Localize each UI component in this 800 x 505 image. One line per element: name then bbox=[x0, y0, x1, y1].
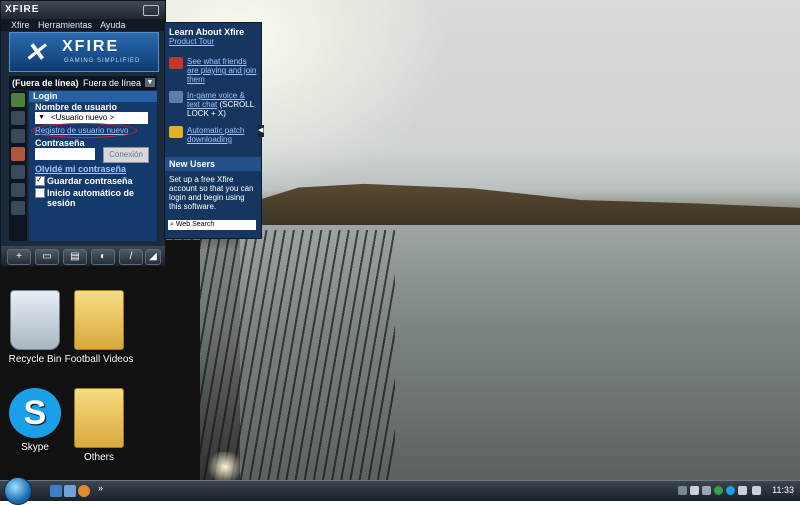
save-password-label: Guardar contraseña bbox=[47, 176, 133, 186]
tip-link[interactable]: Automatic patch downloading bbox=[187, 126, 244, 144]
list-icon[interactable]: ▤ bbox=[63, 249, 87, 265]
tray-arrow-icon[interactable] bbox=[678, 486, 687, 495]
info-panel: Learn About Xfire Product Tour See what … bbox=[164, 22, 262, 239]
network-icon[interactable] bbox=[702, 486, 711, 495]
desktop-icon-recycle-bin[interactable]: Recycle Bin bbox=[0, 290, 70, 365]
edit-icon[interactable]: / bbox=[119, 249, 143, 265]
menu-ayuda[interactable]: Ayuda bbox=[100, 20, 125, 30]
folder-icon bbox=[74, 388, 124, 448]
clock[interactable]: 11:33 bbox=[772, 485, 794, 495]
annotation-circle bbox=[31, 123, 137, 138]
status-select[interactable]: Fuera de línea bbox=[83, 76, 141, 90]
sun-reflection bbox=[205, 452, 245, 482]
media-icon[interactable] bbox=[11, 147, 25, 161]
tip-friends: See what friends are playing and join th… bbox=[169, 57, 257, 85]
display-icon[interactable] bbox=[738, 486, 747, 495]
new-users-header: New Users bbox=[165, 157, 261, 171]
desktop-icon-label: Skype bbox=[21, 442, 49, 453]
auto-login-label: Inicio automático de sesión bbox=[47, 188, 135, 208]
star-icon[interactable] bbox=[11, 201, 25, 215]
password-label: Contraseña bbox=[35, 138, 85, 148]
browser-icon[interactable] bbox=[78, 485, 90, 497]
bottom-toolbar: + ▭ ▤ ◐ / ◢ bbox=[1, 246, 165, 266]
sidebar bbox=[9, 91, 27, 241]
info-title: Learn About Xfire bbox=[169, 27, 245, 37]
save-password-checkbox[interactable] bbox=[35, 175, 45, 186]
resize-icon[interactable]: ◢ bbox=[145, 249, 161, 265]
banner-tagline: GAMING SIMPLIFIED bbox=[64, 58, 141, 64]
headset-icon bbox=[169, 91, 183, 103]
folder-icon bbox=[74, 290, 124, 350]
new-users-text: Set up a free Xfire account so that you … bbox=[169, 175, 254, 211]
download-icon bbox=[169, 126, 183, 138]
menu-herramientas[interactable]: Herramientas bbox=[38, 20, 92, 30]
friends-icon bbox=[169, 57, 183, 69]
xfire-titlebar[interactable]: XFIRE bbox=[1, 1, 165, 19]
login-panel: Login Nombre de usuario ▼ <Usuario nuevo… bbox=[29, 91, 157, 241]
recycle-bin-icon bbox=[10, 290, 60, 350]
games-icon[interactable] bbox=[11, 93, 25, 107]
tip-voice-chat: In-game voice & text chat (SCROLL LOCK +… bbox=[169, 91, 257, 121]
start-button[interactable] bbox=[4, 477, 32, 505]
volume-icon[interactable] bbox=[752, 486, 761, 495]
settings-icon[interactable] bbox=[11, 165, 25, 179]
desktop-icon-label: Football Videos bbox=[64, 354, 134, 365]
skype-icon: S bbox=[9, 388, 61, 438]
skype-tray-icon[interactable] bbox=[726, 486, 735, 495]
reeds bbox=[165, 230, 395, 485]
status-label: (Fuera de línea) bbox=[12, 78, 79, 88]
xfire-logo: XFIRE bbox=[5, 4, 40, 15]
taskbar: » 11:33 bbox=[0, 477, 800, 505]
friends-icon[interactable] bbox=[11, 111, 25, 125]
chevron-down-icon: ▼ bbox=[38, 114, 45, 121]
gamepad-icon[interactable]: ◐ bbox=[91, 249, 115, 265]
product-tour-link[interactable]: Product Tour bbox=[169, 37, 214, 46]
search-placeholder: Web Search bbox=[175, 221, 215, 228]
servers-icon[interactable] bbox=[11, 129, 25, 143]
desktop-icon-label: Recycle Bin bbox=[8, 354, 62, 365]
login-header: Login bbox=[29, 91, 157, 102]
connect-button[interactable]: Conexión bbox=[103, 147, 149, 163]
forgot-password-link[interactable]: Olvidé mi contraseña bbox=[35, 164, 126, 174]
video-icon[interactable] bbox=[11, 183, 25, 197]
menu-xfire[interactable]: Xfire bbox=[11, 20, 30, 30]
auto-login-checkbox[interactable] bbox=[35, 188, 45, 198]
xfire-window: XFIRE Xfire Herramientas Ayuda ✕ XFIRE G… bbox=[0, 0, 166, 267]
status-bar: (Fuera de línea) Fuera de línea ▼ bbox=[9, 76, 157, 90]
web-search-input[interactable]: ⌕ Web Search bbox=[168, 220, 256, 230]
minimize-button[interactable] bbox=[143, 5, 159, 16]
show-desktop-icon[interactable] bbox=[50, 485, 62, 497]
add-icon[interactable]: + bbox=[7, 249, 31, 265]
chat-icon[interactable]: ▭ bbox=[35, 249, 59, 265]
xfire-banner: ✕ XFIRE GAMING SIMPLIFIED bbox=[9, 32, 159, 72]
banner-brand: XFIRE bbox=[62, 38, 120, 55]
desktop-icon-football-videos[interactable]: Football Videos bbox=[64, 290, 134, 365]
chevron-right-icon[interactable]: » bbox=[98, 483, 103, 493]
tip-patch: Automatic patch downloading bbox=[169, 126, 257, 150]
menu-bar: Xfire Herramientas Ayuda bbox=[1, 19, 165, 31]
collapse-panel-icon[interactable]: ◀ bbox=[258, 125, 264, 137]
messenger-icon[interactable] bbox=[714, 486, 723, 495]
mail-icon[interactable] bbox=[690, 486, 699, 495]
tip-link[interactable]: See what friends are playing and join th… bbox=[187, 57, 256, 84]
desktop-icon-label: Others bbox=[83, 452, 114, 463]
username-label: Nombre de usuario bbox=[35, 102, 118, 112]
chevron-down-icon[interactable]: ▼ bbox=[145, 78, 155, 87]
password-field[interactable] bbox=[35, 148, 95, 160]
switch-windows-icon[interactable] bbox=[64, 485, 76, 497]
desktop-icon-others[interactable]: Others bbox=[64, 388, 134, 463]
desktop-icon-skype[interactable]: S Skype bbox=[0, 388, 70, 453]
xfire-x-icon: ✕ bbox=[24, 37, 46, 67]
